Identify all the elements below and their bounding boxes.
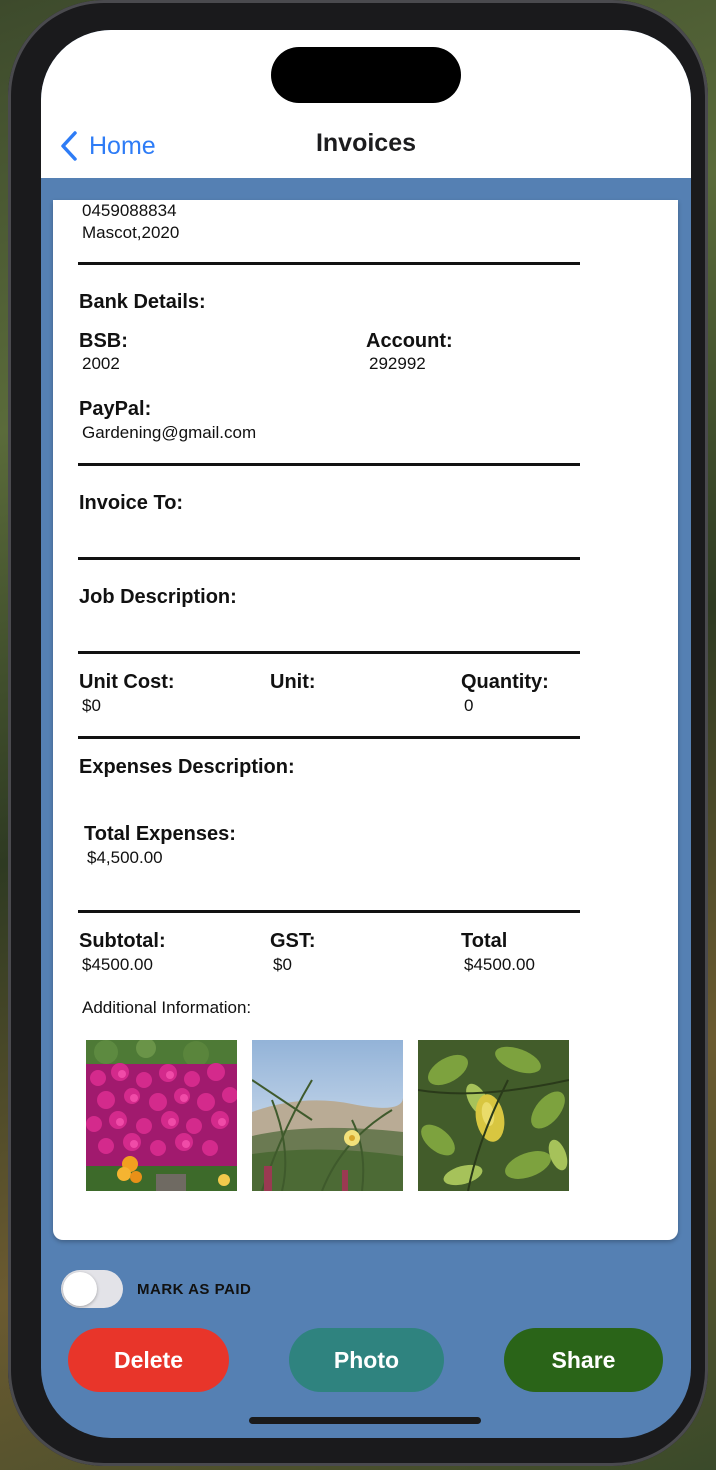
unit-cost-label: Unit Cost:	[79, 671, 175, 693]
invoice-to-label: Invoice To:	[79, 492, 184, 514]
mark-as-paid-toggle[interactable]	[61, 1270, 123, 1308]
divider	[78, 262, 580, 265]
mark-as-paid-row: MARK AS PAID	[61, 1270, 251, 1308]
divider	[78, 557, 580, 560]
navigation-bar: Home Invoices	[41, 30, 691, 178]
paypal-value: Gardening@gmail.com	[82, 423, 257, 442]
grass-dune-photo[interactable]	[252, 1040, 403, 1191]
total-label: Total	[461, 930, 508, 952]
business-location: Mascot,2020	[82, 223, 180, 242]
divider	[78, 736, 580, 739]
business-phone: 0459088834	[82, 201, 177, 220]
subtotal-label: Subtotal:	[79, 930, 166, 952]
total-value: $4500.00	[464, 955, 535, 974]
account-label: Account:	[366, 330, 453, 352]
bsb-value: 2002	[82, 354, 120, 373]
unit-cost-value: $0	[82, 696, 101, 715]
bank-details-heading: Bank Details:	[79, 291, 206, 313]
photo-button-label: Photo	[333, 1346, 400, 1373]
job-description-label: Job Description:	[79, 586, 237, 608]
invoice-card[interactable]: 0459088834 Mascot,2020 Bank Details: BSB…	[53, 200, 678, 1240]
account-value: 292992	[369, 354, 426, 373]
expenses-description-label: Expenses Description:	[79, 756, 295, 778]
toggle-knob	[63, 1272, 97, 1306]
gst-label: GST:	[270, 930, 316, 952]
bsb-label: BSB:	[79, 330, 128, 352]
photo-button[interactable]: Photo	[289, 1328, 444, 1392]
paypal-label: PayPal:	[79, 398, 152, 420]
app-screen: Home Invoices 0459088834 Mascot,2020 Ban…	[41, 30, 691, 1438]
share-button[interactable]: Share	[504, 1328, 663, 1392]
divider	[78, 910, 580, 913]
phone-frame: Home Invoices 0459088834 Mascot,2020 Ban…	[8, 0, 708, 1466]
page-title: Invoices	[315, 129, 417, 157]
pink-flowers-photo[interactable]	[86, 1040, 237, 1191]
share-button-label: Share	[551, 1346, 616, 1373]
subtotal-value: $4500.00	[82, 955, 153, 974]
quantity-label: Quantity:	[461, 671, 549, 693]
delete-button-label: Delete	[113, 1346, 184, 1373]
quantity-value: 0	[464, 696, 474, 715]
divider	[78, 651, 580, 654]
total-expenses-label: Total Expenses:	[84, 823, 236, 845]
gst-value: $0	[273, 955, 292, 974]
unit-label: Unit:	[270, 671, 316, 693]
home-indicator[interactable]	[249, 1417, 481, 1424]
mark-as-paid-label: MARK AS PAID	[137, 1280, 252, 1298]
additional-info-label: Additional Information:	[82, 998, 252, 1017]
dynamic-island	[271, 47, 461, 103]
delete-button[interactable]: Delete	[68, 1328, 229, 1392]
divider	[78, 463, 580, 466]
citrus-leaves-photo[interactable]	[418, 1040, 569, 1191]
total-expenses-value: $4,500.00	[87, 848, 163, 867]
